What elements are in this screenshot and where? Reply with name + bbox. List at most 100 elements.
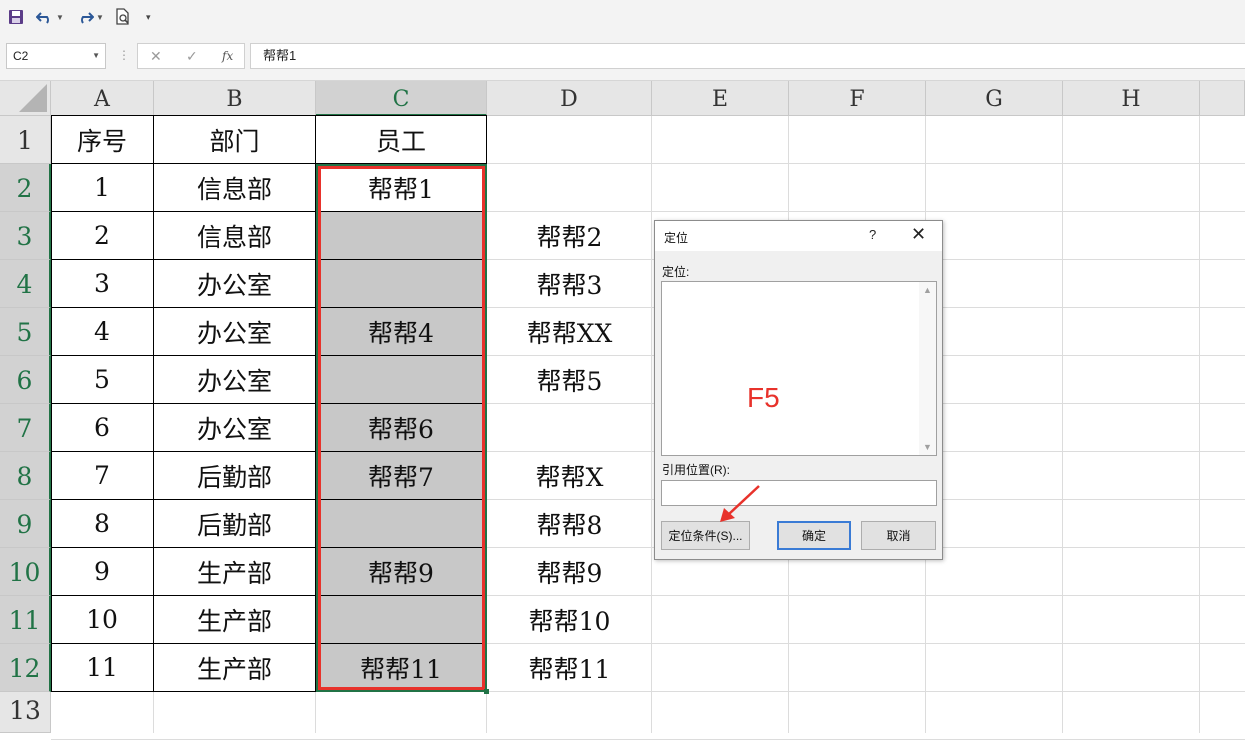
column-header-f[interactable]: F xyxy=(789,81,926,116)
cell-a7[interactable]: 6 xyxy=(51,404,154,452)
column-header-overflow[interactable] xyxy=(1200,81,1245,116)
customize-icon: ▾ xyxy=(146,11,151,22)
cell-c11[interactable] xyxy=(316,596,487,644)
cell-d12[interactable]: 帮帮11 xyxy=(487,644,652,692)
cancel-entry-icon[interactable]: ✕ xyxy=(150,48,162,65)
cell-c6[interactable] xyxy=(316,356,487,404)
redo-dropdown-icon[interactable]: ▼ xyxy=(96,13,104,22)
row-header-8[interactable]: 8 xyxy=(0,452,51,500)
cell-a3[interactable]: 2 xyxy=(51,212,154,260)
cell-d8[interactable]: 帮帮X xyxy=(487,452,652,500)
cell-b8[interactable]: 后勤部 xyxy=(154,452,316,500)
cell-a1[interactable]: 序号 xyxy=(51,116,154,164)
cell-a9[interactable]: 8 xyxy=(51,500,154,548)
undo-dropdown-icon[interactable]: ▼ xyxy=(56,13,64,22)
row-header-2[interactable]: 2 xyxy=(0,164,51,212)
goto-list-scrollbar[interactable]: ▲ ▼ xyxy=(919,282,936,455)
name-box-value: C2 xyxy=(13,49,29,63)
cell-a10[interactable]: 9 xyxy=(51,548,154,596)
fill-handle[interactable] xyxy=(484,689,489,694)
customize-toolbar-button[interactable]: ▾ xyxy=(146,6,151,28)
cell-c9[interactable] xyxy=(316,500,487,548)
reference-input[interactable] xyxy=(661,480,937,506)
cell-b4[interactable]: 办公室 xyxy=(154,260,316,308)
cell-c7[interactable]: 帮帮6 xyxy=(316,404,487,452)
column-header-d[interactable]: D xyxy=(487,81,652,116)
cell-d3[interactable]: 帮帮2 xyxy=(487,212,652,260)
cell-c10[interactable]: 帮帮9 xyxy=(316,548,487,596)
cell-c8[interactable]: 帮帮7 xyxy=(316,452,487,500)
column-header-h[interactable]: H xyxy=(1063,81,1200,116)
name-box[interactable]: C2 ▼ xyxy=(6,43,106,69)
cell-a5[interactable]: 4 xyxy=(51,308,154,356)
help-button[interactable]: ? xyxy=(869,227,876,242)
cancel-button[interactable]: 取消 xyxy=(861,521,936,550)
save-button[interactable] xyxy=(8,6,24,28)
row-header-1[interactable]: 1 xyxy=(0,116,51,164)
row-header-7[interactable]: 7 xyxy=(0,404,51,452)
cell-a8[interactable]: 7 xyxy=(51,452,154,500)
cell-c5[interactable]: 帮帮4 xyxy=(316,308,487,356)
cell-c2[interactable]: 帮帮1 xyxy=(316,164,487,212)
cell-c4[interactable] xyxy=(316,260,487,308)
cell-d4[interactable]: 帮帮3 xyxy=(487,260,652,308)
cell-b2[interactable]: 信息部 xyxy=(154,164,316,212)
row-header-13[interactable]: 13 xyxy=(0,692,51,733)
row-header-12[interactable]: 12 xyxy=(0,644,51,692)
column-header-e[interactable]: E xyxy=(652,81,789,116)
cell-b12[interactable]: 生产部 xyxy=(154,644,316,692)
cell-b1[interactable]: 部门 xyxy=(154,116,316,164)
cell-d10[interactable]: 帮帮9 xyxy=(487,548,652,596)
cell-a2[interactable]: 1 xyxy=(51,164,154,212)
cell-a11[interactable]: 10 xyxy=(51,596,154,644)
cell-b11[interactable]: 生产部 xyxy=(154,596,316,644)
goto-list[interactable]: ▲ ▼ F5 xyxy=(661,281,937,456)
name-box-dropdown-icon[interactable]: ▼ xyxy=(92,44,100,68)
dialog-title-bar[interactable]: 定位 ? ✕ xyxy=(655,221,942,251)
cell-d6[interactable]: 帮帮5 xyxy=(487,356,652,404)
column-header-a[interactable]: A xyxy=(51,81,154,116)
cell-b7[interactable]: 办公室 xyxy=(154,404,316,452)
formula-bar-separator[interactable]: ⋮ xyxy=(118,48,130,62)
cell-c1[interactable]: 员工 xyxy=(316,116,487,164)
confirm-entry-icon[interactable]: ✓ xyxy=(186,48,198,65)
redo-button[interactable]: ▼ xyxy=(76,6,104,28)
column-header-c[interactable]: C xyxy=(316,81,487,116)
cell-d1[interactable] xyxy=(487,116,652,164)
cell-d2[interactable] xyxy=(487,164,652,212)
cell-d9[interactable]: 帮帮8 xyxy=(487,500,652,548)
cell-a4[interactable]: 3 xyxy=(51,260,154,308)
cell-b6[interactable]: 办公室 xyxy=(154,356,316,404)
cell-d7[interactable] xyxy=(487,404,652,452)
cell-b3[interactable]: 信息部 xyxy=(154,212,316,260)
row-header-4[interactable]: 4 xyxy=(0,260,51,308)
cell-a12[interactable]: 11 xyxy=(51,644,154,692)
worksheet-grid[interactable]: ABCDEFGH 1 2 3 4 5 6 7 8 9 10 11 12 13 序号 部门 员工 1 信息部 帮帮1… xyxy=(0,81,1245,740)
cell-d5[interactable]: 帮帮XX xyxy=(487,308,652,356)
cell-b10[interactable]: 生产部 xyxy=(154,548,316,596)
scroll-up-icon[interactable]: ▲ xyxy=(923,285,932,295)
row-header-9[interactable]: 9 xyxy=(0,500,51,548)
row-header-3[interactable]: 3 xyxy=(0,212,51,260)
select-all-button[interactable] xyxy=(0,81,51,116)
scroll-down-icon[interactable]: ▼ xyxy=(923,442,932,452)
column-header-g[interactable]: G xyxy=(926,81,1063,116)
close-button[interactable]: ✕ xyxy=(911,224,926,245)
column-header-b[interactable]: B xyxy=(154,81,316,116)
special-button[interactable]: 定位条件(S)... xyxy=(661,521,750,550)
row-header-11[interactable]: 11 xyxy=(0,596,51,644)
row-header-10[interactable]: 10 xyxy=(0,548,51,596)
undo-button[interactable]: ▼ xyxy=(36,6,64,28)
cell-d11[interactable]: 帮帮10 xyxy=(487,596,652,644)
print-preview-button[interactable] xyxy=(114,6,132,28)
cell-b5[interactable]: 办公室 xyxy=(154,308,316,356)
row-header-6[interactable]: 6 xyxy=(0,356,51,404)
ok-button[interactable]: 确定 xyxy=(777,521,851,550)
cell-b9[interactable]: 后勤部 xyxy=(154,500,316,548)
row-header-5[interactable]: 5 xyxy=(0,308,51,356)
cell-c3[interactable] xyxy=(316,212,487,260)
insert-function-icon[interactable]: fx xyxy=(222,49,233,63)
cell-c12[interactable]: 帮帮11 xyxy=(316,644,487,692)
cell-a6[interactable]: 5 xyxy=(51,356,154,404)
formula-input[interactable]: 帮帮1 xyxy=(250,43,1245,69)
